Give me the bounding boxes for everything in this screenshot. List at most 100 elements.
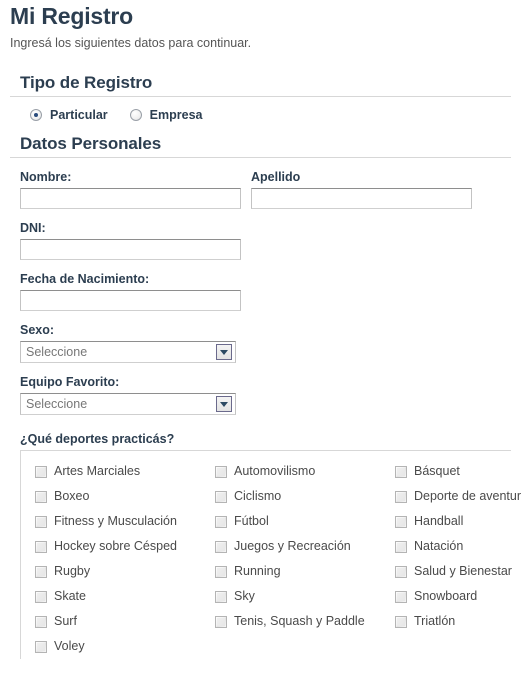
chevron-down-icon[interactable] bbox=[216, 344, 232, 360]
checkbox-indicator[interactable] bbox=[215, 615, 227, 628]
checkbox-row[interactable]: Rugby bbox=[35, 559, 215, 584]
apellido-input[interactable] bbox=[251, 188, 472, 209]
radio-indicator-particular[interactable] bbox=[30, 109, 42, 121]
apellido-field-group: Apellido bbox=[251, 158, 472, 209]
checkbox-indicator[interactable] bbox=[35, 590, 47, 603]
checkbox-indicator[interactable] bbox=[395, 490, 407, 503]
checkbox-row[interactable]: Fútbol bbox=[215, 509, 395, 534]
checkbox-indicator[interactable] bbox=[35, 640, 47, 653]
checkbox-row[interactable]: Juegos y Recreación bbox=[215, 534, 395, 559]
equipo-favorito-row: Equipo Favorito: Seleccione bbox=[20, 363, 511, 415]
checkbox-row[interactable]: Sky bbox=[215, 584, 395, 609]
nombre-field-group: Nombre: bbox=[20, 158, 241, 209]
label-nombre: Nombre: bbox=[20, 170, 72, 184]
equipo-favorito-select-value: Seleccione bbox=[26, 397, 88, 411]
checkbox-label: Running bbox=[234, 564, 281, 578]
checkbox-row[interactable]: Skate bbox=[35, 584, 215, 609]
page-subtitle: Ingresá los siguientes datos para contin… bbox=[10, 36, 252, 50]
checkbox-indicator[interactable] bbox=[35, 540, 47, 553]
checkbox-indicator[interactable] bbox=[35, 490, 47, 503]
checkbox-label: Deporte de aventura bbox=[414, 489, 521, 503]
checkbox-indicator[interactable] bbox=[35, 565, 47, 578]
checkbox-row[interactable]: Running bbox=[215, 559, 395, 584]
checkbox-row[interactable]: Fitness y Musculación bbox=[35, 509, 215, 534]
deportes-checkbox-group: Artes Marciales Boxeo Fitness y Musculac… bbox=[20, 450, 521, 659]
sexo-select[interactable]: Seleccione bbox=[20, 341, 236, 363]
deportes-column-2: Automovilismo Ciclismo Fútbol Juegos y R… bbox=[215, 459, 395, 659]
checkbox-row[interactable]: Básquet bbox=[395, 459, 521, 484]
checkbox-label: Ciclismo bbox=[234, 489, 282, 503]
label-sexo: Sexo: bbox=[20, 323, 55, 337]
page-title: Mi Registro bbox=[10, 3, 134, 29]
registro-type-radio-group: Particular Empresa bbox=[10, 97, 511, 122]
checkbox-indicator[interactable] bbox=[35, 615, 47, 628]
checkbox-indicator[interactable] bbox=[395, 615, 407, 628]
checkbox-label: Fútbol bbox=[234, 514, 269, 528]
checkbox-label: Hockey sobre Césped bbox=[54, 539, 177, 553]
checkbox-indicator[interactable] bbox=[215, 490, 227, 503]
section-title-tipo-de-registro: Tipo de Registro bbox=[20, 73, 153, 92]
checkbox-label: Boxeo bbox=[54, 489, 90, 503]
checkbox-indicator[interactable] bbox=[215, 565, 227, 578]
checkbox-indicator[interactable] bbox=[215, 590, 227, 603]
checkbox-label: Básquet bbox=[414, 464, 460, 478]
checkbox-row[interactable]: Artes Marciales bbox=[35, 459, 215, 484]
checkbox-indicator[interactable] bbox=[395, 515, 407, 528]
personal-data-fields: Nombre: Apellido DNI: Fecha de Nacimient… bbox=[10, 158, 511, 415]
checkbox-row[interactable]: Automovilismo bbox=[215, 459, 395, 484]
checkbox-row[interactable]: Hockey sobre Césped bbox=[35, 534, 215, 559]
dni-input[interactable] bbox=[20, 239, 241, 260]
checkbox-row[interactable]: Triatlón bbox=[395, 609, 521, 634]
fecha-nacimiento-row: Fecha de Nacimiento: bbox=[20, 260, 511, 311]
checkbox-label: Tenis, Squash y Paddle bbox=[234, 614, 365, 628]
checkbox-label: Natación bbox=[414, 539, 464, 553]
nombre-input[interactable] bbox=[20, 188, 241, 209]
checkbox-label: Sky bbox=[234, 589, 255, 603]
section-deportes: ¿Qué deportes practicás? Artes Marciales… bbox=[10, 432, 521, 659]
checkbox-indicator[interactable] bbox=[395, 465, 407, 478]
checkbox-row[interactable]: Tenis, Squash y Paddle bbox=[215, 609, 395, 634]
chevron-down-icon[interactable] bbox=[216, 396, 232, 412]
label-equipo-favorito: Equipo Favorito: bbox=[20, 375, 120, 389]
checkbox-label: Rugby bbox=[54, 564, 91, 578]
checkbox-row[interactable]: Ciclismo bbox=[215, 484, 395, 509]
fecha-nacimiento-field-group: Fecha de Nacimiento: bbox=[20, 260, 241, 311]
checkbox-indicator[interactable] bbox=[215, 515, 227, 528]
checkbox-row[interactable]: Salud y Bienestar bbox=[395, 559, 521, 584]
label-fecha-nacimiento: Fecha de Nacimiento: bbox=[20, 272, 150, 286]
checkbox-row[interactable]: Boxeo bbox=[35, 484, 215, 509]
section-title-datos-personales: Datos Personales bbox=[20, 134, 162, 153]
checkbox-row[interactable]: Deporte de aventura bbox=[395, 484, 521, 509]
checkbox-indicator[interactable] bbox=[395, 590, 407, 603]
checkbox-row[interactable]: Snowboard bbox=[395, 584, 521, 609]
checkbox-indicator[interactable] bbox=[395, 540, 407, 553]
sexo-select-value: Seleccione bbox=[26, 345, 88, 359]
checkbox-label: Handball bbox=[414, 514, 464, 528]
radio-option-empresa[interactable]: Empresa bbox=[129, 108, 203, 122]
checkbox-label: Salud y Bienestar bbox=[414, 564, 512, 578]
checkbox-indicator[interactable] bbox=[215, 465, 227, 478]
radio-option-particular[interactable]: Particular bbox=[30, 108, 108, 122]
checkbox-label: Automovilismo bbox=[234, 464, 316, 478]
radio-label-empresa: Empresa bbox=[149, 108, 203, 122]
checkbox-label: Surf bbox=[54, 614, 77, 628]
label-dni: DNI: bbox=[20, 221, 46, 235]
dni-field-group: DNI: bbox=[20, 209, 241, 260]
fecha-nacimiento-input[interactable] bbox=[20, 290, 241, 311]
checkbox-row[interactable]: Voley bbox=[35, 634, 215, 659]
checkbox-row[interactable]: Surf bbox=[35, 609, 215, 634]
dni-row: DNI: bbox=[20, 209, 511, 260]
checkbox-indicator[interactable] bbox=[215, 540, 227, 553]
checkbox-indicator[interactable] bbox=[35, 515, 47, 528]
equipo-favorito-select[interactable]: Seleccione bbox=[20, 393, 236, 415]
checkbox-indicator[interactable] bbox=[35, 465, 47, 478]
checkbox-row[interactable]: Handball bbox=[395, 509, 521, 534]
checkbox-label: Snowboard bbox=[414, 589, 478, 603]
name-row: Nombre: Apellido bbox=[20, 158, 511, 209]
checkbox-label: Triatlón bbox=[414, 614, 456, 628]
checkbox-indicator[interactable] bbox=[395, 565, 407, 578]
checkbox-row[interactable]: Natación bbox=[395, 534, 521, 559]
sexo-field-group: Sexo: Seleccione bbox=[20, 311, 241, 363]
radio-indicator-empresa[interactable] bbox=[129, 109, 142, 121]
checkbox-label: Juegos y Recreación bbox=[234, 539, 351, 553]
